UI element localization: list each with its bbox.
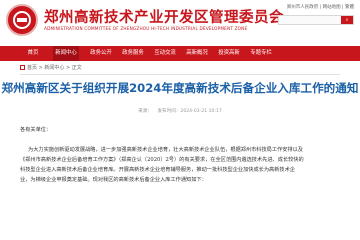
nav-gov-info[interactable]: 政务公开 [88, 46, 114, 61]
nav-interaction[interactable]: 互动交流 [152, 46, 178, 61]
nav-invest[interactable]: 投资高新 [216, 46, 242, 61]
nav-special[interactable]: 专题专栏 [248, 46, 274, 61]
header-tools: 郑州市人民政府 | 网站地图 | 繁體 ⌕ [278, 4, 354, 34]
paragraph-line: 业，为梯级企业申报奠定基础。现对我区的高新技术后备企业入库工作通知如下： [20, 177, 207, 183]
paragraph-line: 科技型企业进入高新技术后备企业培育库。开展高新技术企业培育辅导服务，推动一批科技… [20, 167, 295, 173]
paragraph-line: 为大力实施创新驱动发展战略，进一步加强高新技术企业培育，壮大高新技术企业队伍，根… [28, 147, 303, 153]
top-links[interactable]: 郑州市人民政府 | 网站地图 | 繁體 [278, 4, 354, 10]
article-meta: 来源： 发布时间：2024-03-21 10:17 [0, 108, 360, 114]
article-source: 来源： [138, 109, 152, 114]
main-nav: 首页 新闻中心 政务公开 政务服务 互动交流 高新概况 投资高新 专题专栏 [0, 46, 360, 61]
nav-news[interactable]: 新闻中心 [53, 46, 79, 61]
article-title: 郑州高新区关于组织开展2024年度高新技术后备企业入库工作的通知 [1, 81, 359, 95]
article-body: 各有关单位： 为大力实施创新驱动发展战略，进一步加强高新技术企业培育，壮大高新技… [20, 125, 340, 185]
divider [20, 74, 340, 75]
site-subtitle: ADMINISTRATION COMMITTEE OF ZHENGZHOU HI… [44, 26, 248, 31]
search-icon[interactable]: ⌕ [341, 16, 353, 24]
home-icon [20, 65, 25, 70]
site-title[interactable]: 郑州高新技术产业开发区管理委员会 [44, 6, 284, 27]
breadcrumb: 首页 > 新闻中心 > 正文 [20, 64, 82, 71]
page-fade [0, 200, 360, 240]
paragraph-line: 《郑州市高新技术企业后备培育工作方案》（郑高企认〔2020〕2号）的有关要求，在… [20, 157, 304, 163]
site-header: 郑州高新技术产业开发区管理委员会 ADMINISTRATION COMMITTE… [0, 0, 360, 46]
search-input[interactable] [279, 25, 341, 34]
search-box: ⌕ [278, 15, 354, 34]
nav-gov-service[interactable]: 政务服务 [120, 46, 146, 61]
breadcrumb-text[interactable]: 首页 > 新闻中心 > 正文 [27, 65, 82, 71]
nav-overview[interactable]: 高新概况 [184, 46, 210, 61]
emblem-logo-icon[interactable] [6, 4, 38, 36]
nav-home[interactable]: 首页 [20, 46, 46, 61]
article-time: 发布时间：2024-03-21 10:17 [157, 109, 222, 114]
salutation: 各有关单位： [20, 127, 52, 133]
